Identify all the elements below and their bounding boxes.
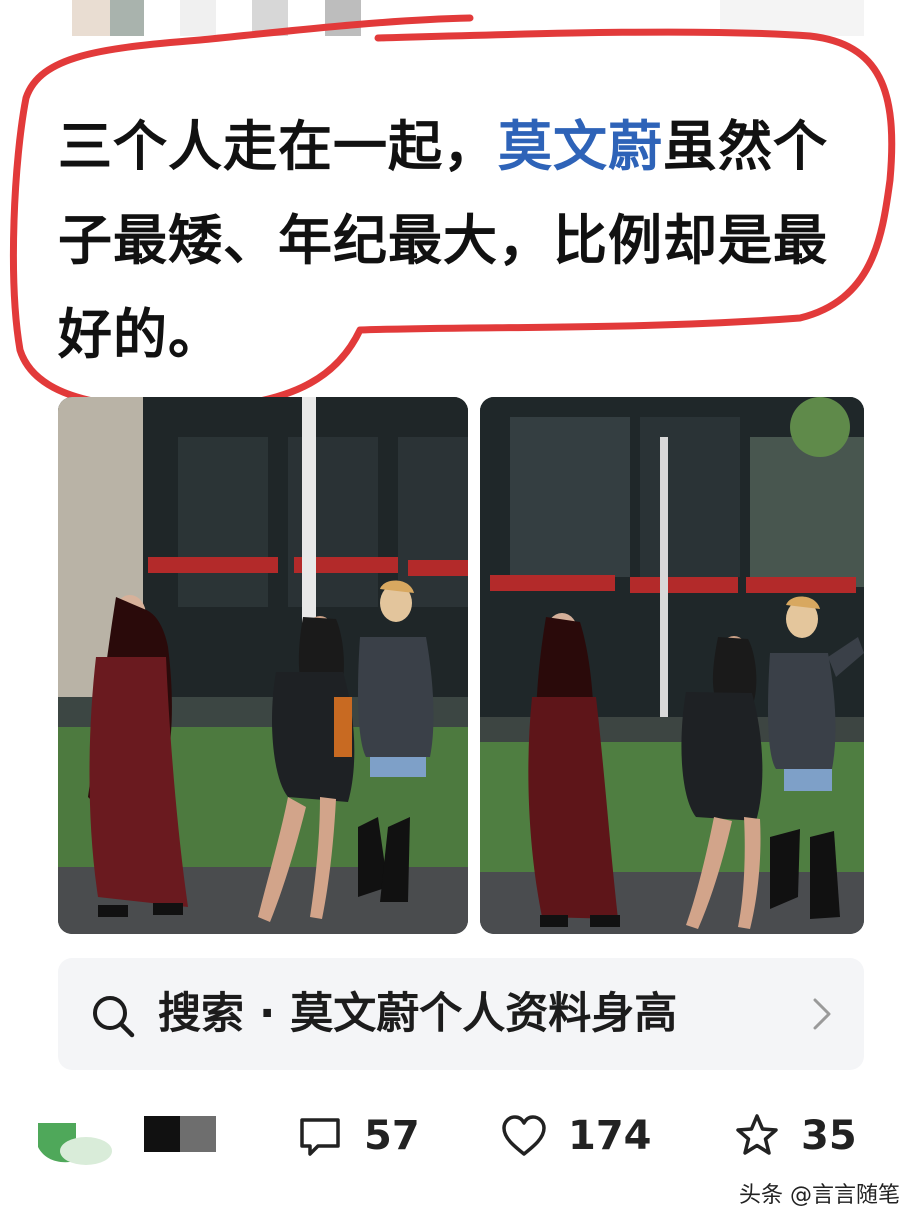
watermark-text: 头条 @言言随笔 <box>739 1183 900 1208</box>
star-icon <box>736 1114 778 1155</box>
street-photo-icon <box>480 397 864 934</box>
street-photo-icon <box>58 397 468 934</box>
avatar[interactable] <box>36 1117 114 1167</box>
comment-button[interactable]: 57 <box>296 1108 420 1164</box>
post-headline: 三个人走在一起，莫文蔚虽然个子最矮、年纪最大，比例却是最好的。 <box>58 100 868 382</box>
comment-icon <box>300 1118 340 1156</box>
search-suggestion-bar[interactable]: 搜索 · 莫文蔚个人资料身高 <box>58 958 864 1070</box>
like-button[interactable]: 174 <box>500 1108 652 1164</box>
headline-text: 三个人走在一起， <box>58 115 498 178</box>
highlight-name[interactable]: 莫文蔚 <box>498 115 663 178</box>
comment-count: 57 <box>364 1113 420 1159</box>
search-suggestion-text: 搜索 · 莫文蔚个人资料身高 <box>158 989 678 1039</box>
search-icon <box>93 996 135 1038</box>
photo-right[interactable] <box>480 397 864 934</box>
favorite-button[interactable]: 35 <box>733 1108 857 1164</box>
headline-card: 三个人走在一起，莫文蔚虽然个子最矮、年纪最大，比例却是最好的。 <box>0 0 922 420</box>
star-count: 35 <box>801 1113 857 1159</box>
like-count: 174 <box>568 1113 652 1159</box>
author-name-block[interactable] <box>144 1116 216 1152</box>
watermark: 头条 @言言随笔 <box>739 1180 900 1212</box>
heart-icon <box>502 1115 546 1156</box>
chevron-right-icon <box>813 998 831 1030</box>
photo-left[interactable] <box>58 397 468 934</box>
